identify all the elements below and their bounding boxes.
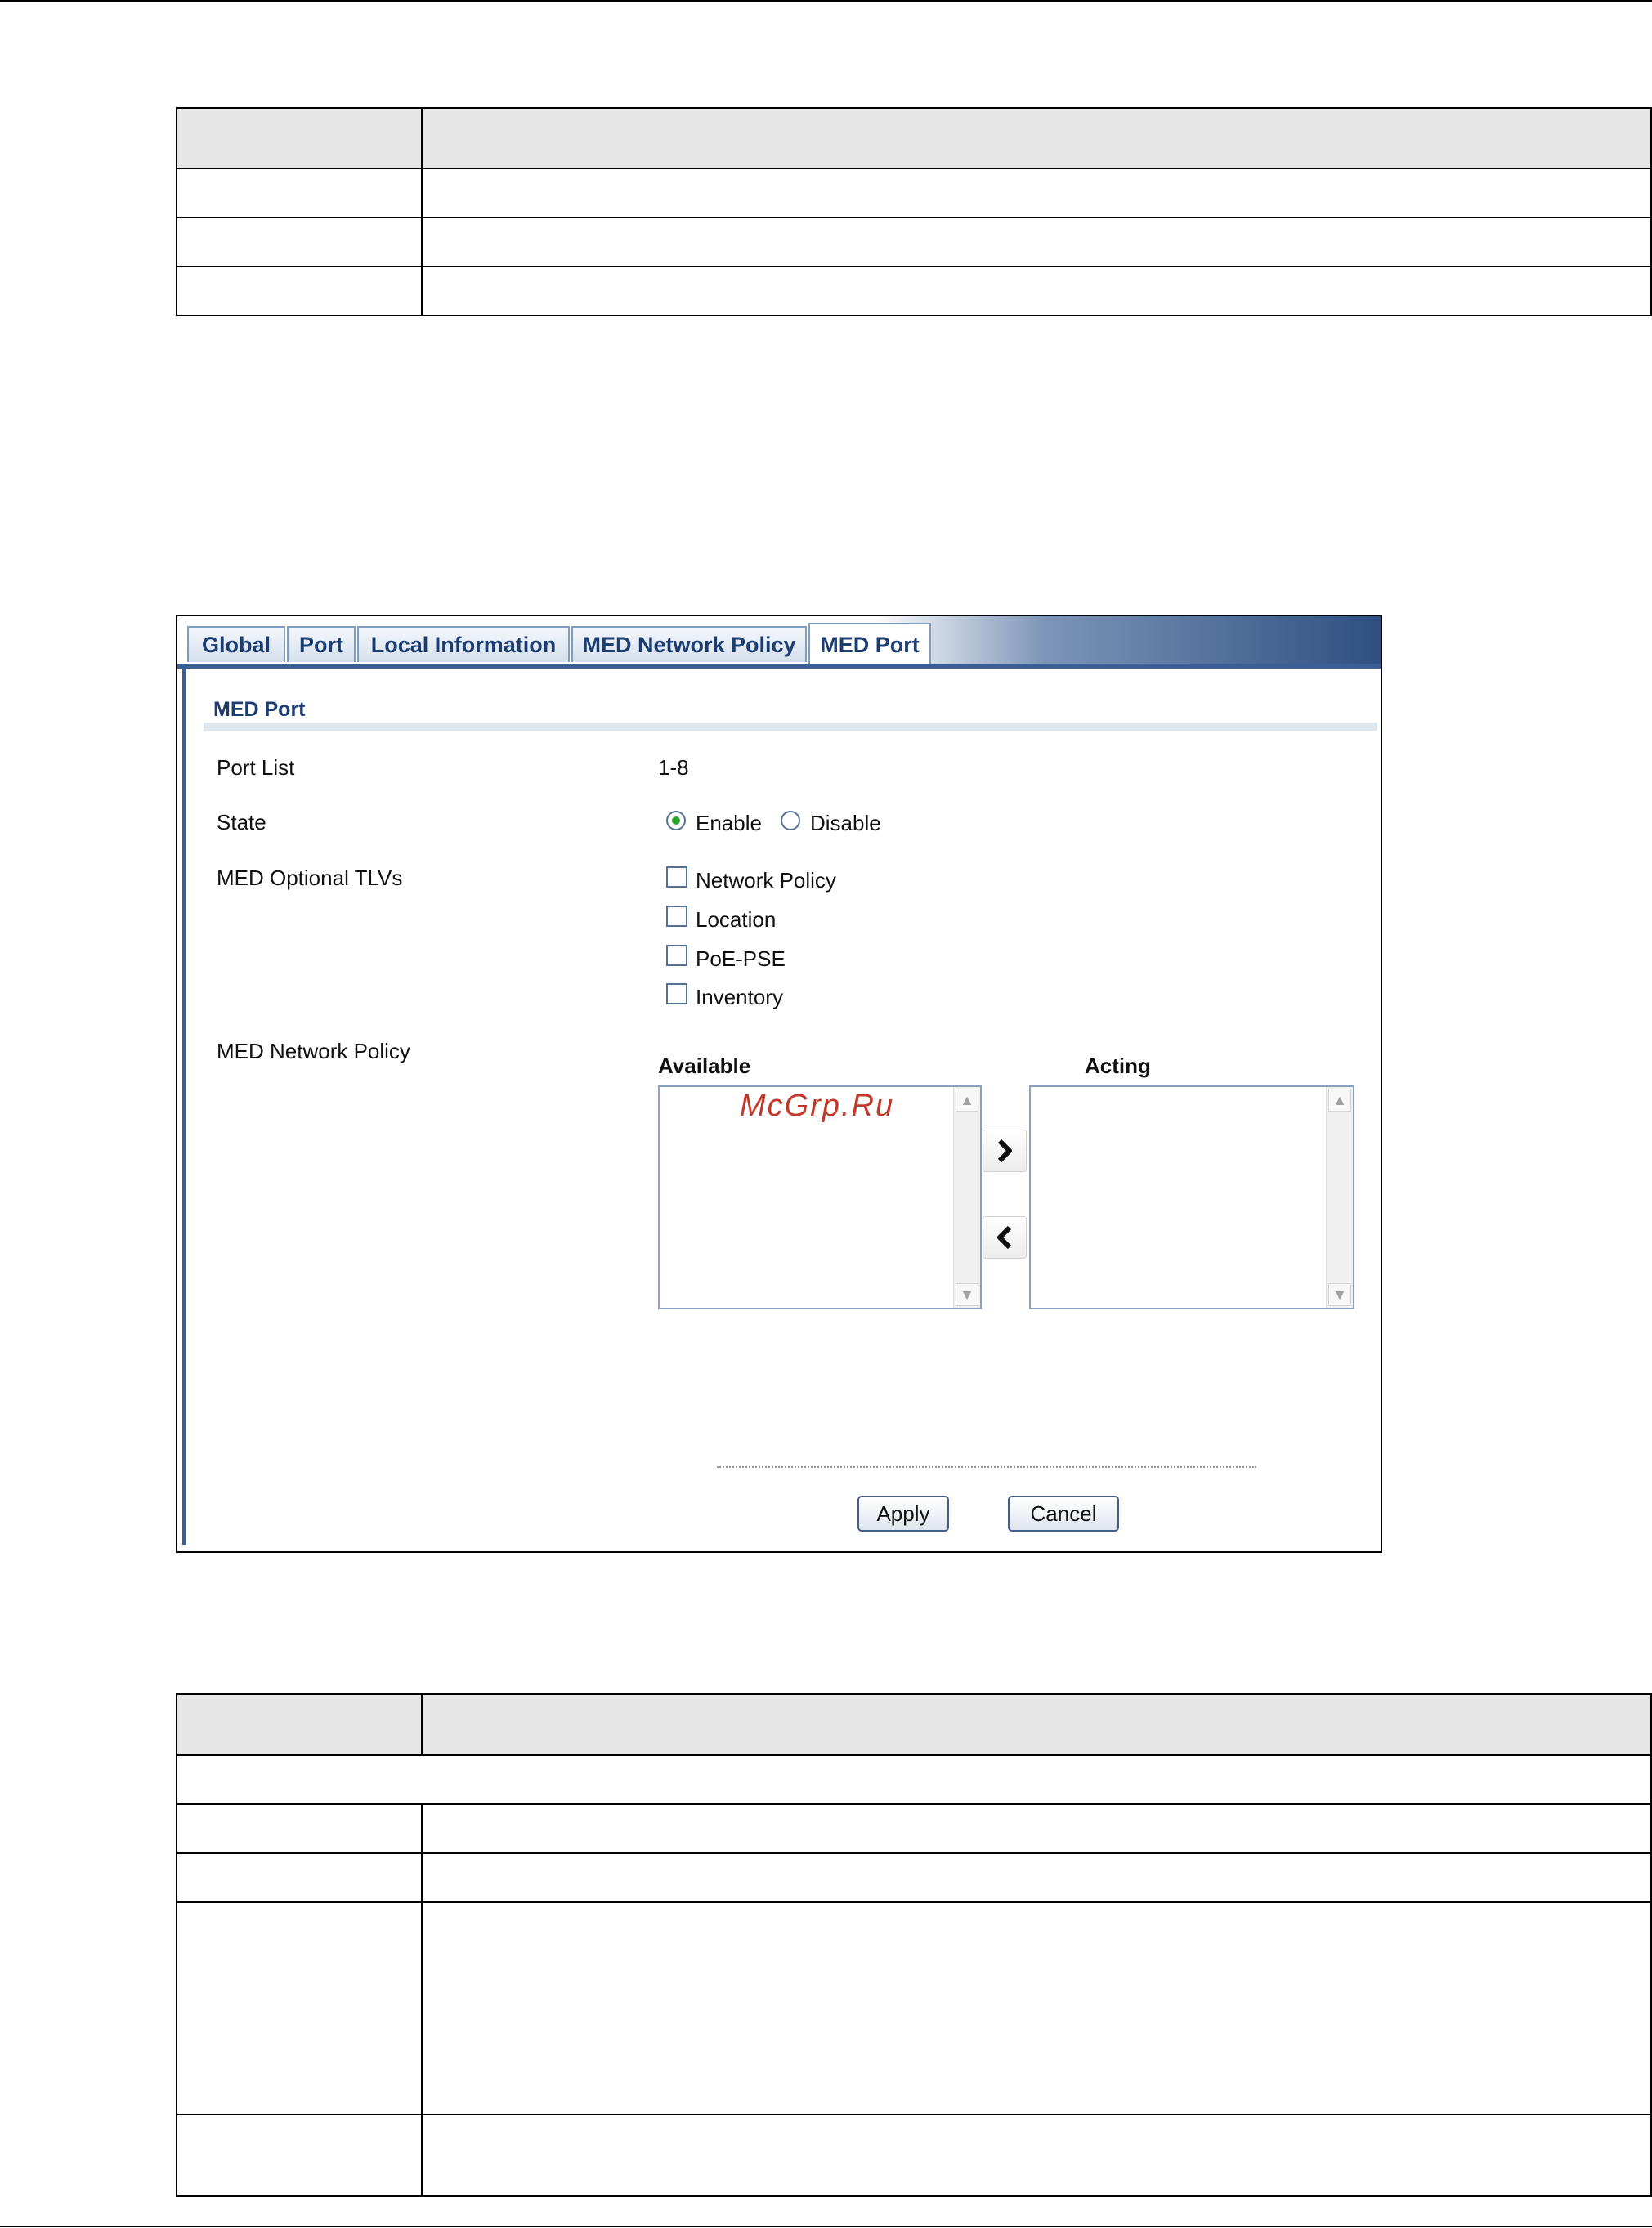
cancel-button[interactable]: Cancel xyxy=(1008,1496,1119,1532)
table-header-row xyxy=(176,107,1652,169)
tlv-label: MED Optional TLVs xyxy=(217,866,403,890)
tab-local-information[interactable]: Local Information xyxy=(357,626,570,662)
chevron-left-icon xyxy=(997,1225,1012,1250)
panel-left-border xyxy=(182,665,186,1545)
watermark: McGrp.Ru xyxy=(740,1089,895,1123)
table-row xyxy=(176,266,1652,316)
tlv-option-label[interactable]: PoE-PSE xyxy=(696,946,786,972)
tab-bar: Global Port Local Information MED Networ… xyxy=(177,616,1381,665)
scroll-down-icon[interactable]: ▼ xyxy=(1328,1283,1351,1306)
section-divider xyxy=(204,723,1377,731)
table-row xyxy=(176,1803,1652,1854)
table-row xyxy=(176,1852,1652,1903)
apply-button[interactable]: Apply xyxy=(857,1496,949,1532)
table-row xyxy=(176,2114,1652,2197)
section-title: MED Port xyxy=(213,698,306,721)
tab-port[interactable]: Port xyxy=(287,626,356,662)
tab-global[interactable]: Global xyxy=(187,626,285,662)
scroll-down-icon[interactable]: ▼ xyxy=(956,1283,978,1306)
med-port-screenshot: Global Port Local Information MED Networ… xyxy=(176,615,1382,1553)
table-row xyxy=(176,1754,1652,1805)
table-row xyxy=(176,168,1652,218)
tab-bar-underline xyxy=(177,664,1381,669)
tlv-network-policy-checkbox[interactable] xyxy=(666,866,687,888)
button-separator xyxy=(717,1466,1256,1468)
available-scrollbar[interactable]: ▲ ▼ xyxy=(953,1087,980,1308)
table-header-row xyxy=(176,1693,1652,1756)
tlv-inventory-checkbox[interactable] xyxy=(666,983,687,1004)
state-enable-label[interactable]: Enable xyxy=(696,811,762,836)
scroll-up-icon[interactable]: ▲ xyxy=(1328,1089,1351,1112)
tlv-option-label[interactable]: Inventory xyxy=(696,985,783,1010)
tab-med-port[interactable]: MED Port xyxy=(808,623,931,665)
tlv-option-label[interactable]: Network Policy xyxy=(696,868,836,893)
move-left-button[interactable] xyxy=(983,1216,1027,1259)
state-label: State xyxy=(217,810,266,834)
network-policy-label: MED Network Policy xyxy=(217,1039,410,1063)
port-list-label: Port List xyxy=(217,755,295,780)
state-disable-label[interactable]: Disable xyxy=(810,811,881,836)
bottom-table xyxy=(176,1693,1652,2197)
radio-selected-dot xyxy=(672,816,680,825)
table-row xyxy=(176,1901,1652,2115)
scroll-up-icon[interactable]: ▲ xyxy=(956,1089,978,1112)
tab-med-network-policy[interactable]: MED Network Policy xyxy=(571,626,807,662)
page-top-rule xyxy=(0,0,1652,2)
port-list-value: 1-8 xyxy=(658,755,689,780)
acting-label: Acting xyxy=(1085,1054,1151,1078)
tlv-location-checkbox[interactable] xyxy=(666,906,687,927)
move-right-button[interactable] xyxy=(983,1130,1027,1172)
tlv-poe-pse-checkbox[interactable] xyxy=(666,945,687,966)
state-disable-radio[interactable] xyxy=(781,811,800,830)
available-label: Available xyxy=(658,1054,751,1078)
tlv-option-label[interactable]: Location xyxy=(696,907,776,933)
state-enable-radio[interactable] xyxy=(666,811,686,830)
chevron-right-icon xyxy=(997,1139,1012,1163)
acting-listbox[interactable]: ▲ ▼ xyxy=(1029,1085,1354,1309)
acting-scrollbar[interactable]: ▲ ▼ xyxy=(1326,1087,1353,1308)
table-row xyxy=(176,217,1652,267)
page-bottom-rule xyxy=(0,2226,1652,2227)
top-table xyxy=(176,107,1652,316)
